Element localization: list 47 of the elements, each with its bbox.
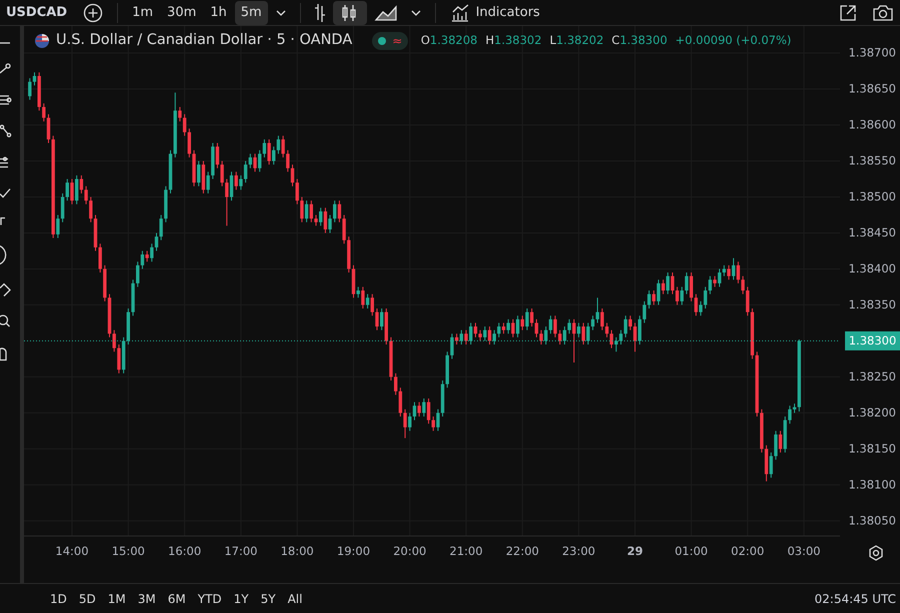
time-axis-label: 19:00 — [336, 543, 370, 560]
price-axis-label: 1.38150 — [848, 440, 896, 458]
chart-title: U.S. Dollar / Canadian Dollar · 5 · OANDA — [56, 31, 352, 50]
time-axis-label: 01:00 — [674, 543, 708, 560]
range-button[interactable]: YTD — [192, 590, 228, 608]
time-axis-label: 02:00 — [731, 543, 764, 560]
market-status-badge: ≈ — [372, 32, 408, 50]
price-axis-label: 1.38650 — [848, 80, 896, 98]
time-axis-label: 18:00 — [280, 543, 314, 560]
time-axis-label: 20:00 — [393, 543, 426, 560]
range-button[interactable]: 1M — [102, 590, 132, 608]
range-button[interactable]: All — [282, 590, 308, 608]
price-axis-label: 1.38200 — [848, 404, 896, 422]
clock-text: 02:54:45 UTC — [814, 590, 897, 608]
price-axis-label: 1.38550 — [848, 152, 896, 170]
time-axis-label: 16:00 — [168, 543, 202, 560]
indicators-button[interactable]: Indicators — [444, 0, 546, 24]
price-axis-label: 1.38700 — [848, 44, 896, 62]
range-button[interactable]: 5Y — [254, 590, 282, 608]
price-axis-label: 1.38500 — [848, 188, 896, 206]
time-axis-label: 21:00 — [450, 543, 483, 560]
time-axis-label: 15:00 — [112, 543, 145, 560]
time-axis-label: 17:00 — [224, 543, 258, 560]
range-button[interactable]: 1Y — [228, 590, 255, 608]
range-button[interactable]: 6M — [162, 590, 192, 608]
interval-button[interactable]: 1m — [126, 0, 160, 24]
price-axis-label: 1.38100 — [848, 476, 896, 494]
last-price-label: 1.38300 — [845, 331, 900, 351]
price-axis-label: 1.38350 — [848, 296, 896, 314]
interval-button[interactable]: 30m — [161, 0, 202, 24]
time-axis-label: 22:00 — [506, 543, 539, 560]
range-button[interactable]: 3M — [132, 590, 162, 608]
time-axis-label: 29 — [627, 543, 643, 560]
price-axis-label: 1.38050 — [848, 512, 896, 530]
range-button[interactable]: 5D — [72, 590, 102, 608]
price-axis-label: 1.38450 — [848, 224, 896, 242]
ohlc-values: O1.38208 H1.38302 L1.38202 C1.38300 +0.00090 (+0.07%) — [420, 32, 792, 50]
symbol-name[interactable]: USDCAD — [4, 2, 76, 22]
time-axis-label: 14:00 — [55, 543, 89, 560]
interval-button[interactable]: 1h — [204, 0, 233, 24]
price-axis-label: 1.38600 — [848, 116, 896, 134]
interval-button[interactable]: 5m — [234, 0, 268, 24]
time-axis-label: 03:00 — [787, 543, 820, 560]
price-axis-label: 1.38400 — [848, 260, 896, 278]
range-button[interactable]: 1D — [44, 590, 73, 608]
price-axis-label: 1.38250 — [848, 368, 896, 386]
time-axis-label: 23:00 — [562, 543, 596, 560]
